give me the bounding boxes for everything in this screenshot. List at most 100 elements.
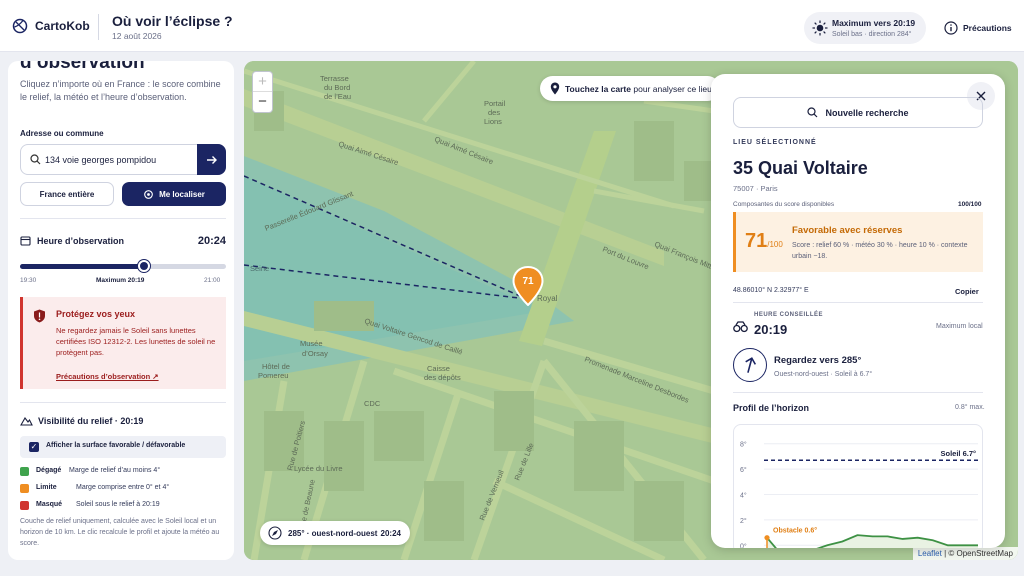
address-submit-button[interactable] [197, 144, 226, 175]
search-icon [807, 107, 818, 118]
visibility-header: Visibilité du relief · 20:19 [20, 415, 143, 426]
legend-desc: Soleil sous le relief à 20:19 [76, 501, 160, 508]
y-tick-label: 4° [740, 492, 747, 500]
arrow-up-icon [744, 356, 756, 373]
address-label: Adresse ou commune [20, 129, 104, 138]
svg-text:CDC: CDC [364, 399, 381, 408]
brand[interactable]: CartoKob [12, 18, 90, 34]
map-label-terrasse: Terrasse du Bord de l’Eau [320, 74, 351, 101]
checkbox[interactable]: ✓ [29, 442, 39, 452]
slider-handle[interactable] [137, 260, 150, 272]
copy-button[interactable]: Copier [955, 287, 979, 296]
horizon-chart-svg: 8° 6° 4° 2° 0° Soleil 6.7° Obstacle 0.6° [740, 441, 978, 548]
warning-body: Ne regardez jamais le Soleil sans lunett… [56, 326, 216, 357]
globe-icon [12, 18, 28, 34]
slider-fill [20, 264, 144, 269]
divider [733, 392, 983, 393]
best-time-value: 20:19 [754, 322, 788, 337]
score-description: Score : relief 60 % · météo 30 % · heure… [792, 242, 968, 260]
y-tick-label: 8° [740, 441, 747, 449]
address-field[interactable]: 134 voie georges pompidou [20, 144, 226, 175]
sun-label: Soleil 6.7° [940, 449, 976, 458]
legend-name: Limite [36, 484, 57, 491]
sun-icon [812, 20, 828, 36]
locate-icon [144, 189, 153, 199]
locate-button[interactable]: Me localiser [122, 182, 226, 206]
divider [733, 302, 983, 303]
leaflet-link[interactable]: Leaflet [918, 549, 942, 558]
zoom-in-button[interactable]: + [253, 72, 272, 92]
score-value: 71/100 [745, 230, 783, 253]
arrow-right-icon [206, 155, 217, 164]
score-marker[interactable]: 71 [512, 265, 544, 307]
page-title: Où voir l’éclipse ? [112, 13, 233, 29]
tap-hint: Touchez la carte pour analyser ce lieu [540, 76, 720, 101]
time-header: Heure d’observation 20:24 [20, 234, 226, 248]
profile-title: Profil de l’horizon [733, 403, 809, 413]
place-name: 35 Quai Voltaire [733, 158, 868, 178]
divider [20, 218, 226, 219]
favorable-surface-toggle[interactable]: ✓ Afficher la surface favorable / défavo… [20, 436, 226, 458]
selected-caption: LIEU SÉLECTIONNÉ [733, 139, 817, 146]
left-panel: d’observation Cliquez n’importe où en Fr… [8, 61, 234, 560]
svg-text:Hôtel dePomereu: Hôtel de Pomereu [258, 362, 290, 380]
time-slider[interactable] [20, 260, 226, 272]
marker-score: 71 [522, 276, 534, 287]
precautions-link[interactable]: Précautions [944, 21, 1012, 35]
svg-text:Lycée du Livre: Lycée du Livre [294, 464, 343, 473]
binoculars-icon [733, 321, 748, 333]
score-number: 71 [745, 230, 768, 252]
score-box: 71/100 Favorable avec réserves Score : r… [733, 212, 983, 272]
compass-icon [268, 526, 282, 540]
info-icon [944, 21, 958, 35]
divider [20, 402, 226, 403]
france-button[interactable]: France entière [20, 182, 114, 206]
header-divider [98, 14, 99, 40]
place-postcode: 75007 · Paris [733, 184, 778, 193]
heading-time: 20:24 [380, 529, 401, 538]
direction-compass [733, 348, 767, 382]
maximum-pill[interactable]: Maximum vers 20:19 Soleil bas · directio… [804, 12, 926, 44]
osm-attribution[interactable]: | © OpenStreetMap [944, 549, 1013, 558]
time-value: 20:24 [197, 235, 226, 247]
obstacle-point [764, 535, 770, 541]
y-tick-label: 2° [740, 517, 747, 525]
brand-name: CartoKob [35, 19, 90, 33]
tap-hint-bold: Touchez la carte [565, 84, 631, 94]
direction-title: Regardez vers 285° [774, 355, 862, 366]
address-input[interactable]: 134 voie georges pompidou [45, 155, 156, 165]
visibility-title: Visibilité du relief · 20:19 [38, 415, 144, 426]
legend-item-masked: Masqué Soleil sous le relief à 20:19 [20, 500, 226, 512]
legend-desc: Marge comprise entre 0° et 4° [76, 484, 170, 491]
slider-end-label: 21:00 [204, 277, 221, 284]
legend-name: Dégagé [36, 467, 62, 474]
new-search-button[interactable]: Nouvelle recherche [733, 97, 983, 128]
heading-direction: 285° · ouest-nord-ouest [288, 529, 378, 538]
legend-name: Masqué [36, 501, 63, 508]
coordinates: 48.86010° N 2.32977° E [733, 287, 809, 294]
intro-text: Cliquez n’importe où en France : le scor… [20, 79, 221, 102]
slider-min-label: 19:30 [20, 277, 37, 284]
warning-title: Protégez vos yeux [56, 309, 136, 319]
best-time-caption: HEURE CONSEILLÉE [754, 312, 824, 318]
location-panel: Nouvelle recherche LIEU SÉLECTIONNÉ 35 Q… [711, 74, 1005, 548]
mountain-icon [20, 417, 33, 426]
components-value: 100/100 [958, 201, 982, 208]
svg-text:Musée: Musée [300, 339, 323, 348]
legend-item-limit: Limite Marge comprise entre 0° et 4° [20, 483, 226, 495]
direction-subtitle: Ouest-nord-ouest · Soleil à 6.7° [774, 371, 873, 378]
precautions-observation-link[interactable]: Précautions d’observation ↗ [56, 372, 159, 381]
maximum-subtitle: Soleil bas · direction 284° [832, 31, 912, 38]
y-tick-label: 6° [740, 466, 747, 474]
search-icon [30, 154, 41, 165]
heading-pill: 285° · ouest-nord-ouest 20:24 [260, 521, 410, 545]
top-bar: CartoKob Où voir l’éclipse ? 12 août 202… [0, 0, 1024, 52]
legend-swatch [20, 467, 29, 476]
tap-hint-rest: pour analyser ce lieu [633, 84, 712, 94]
eye-warning: Protégez vos yeux Ne regardez jamais le … [20, 297, 226, 389]
zoom-out-button[interactable]: − [253, 92, 272, 112]
map-attribution: Leaflet | © OpenStreetMap [912, 547, 1018, 560]
legend-item-clear: Dégagé Marge de relief d’au moins 4° [20, 466, 226, 478]
locate-label: Me localiser [159, 189, 205, 199]
svg-text:Seine: Seine [250, 264, 269, 273]
